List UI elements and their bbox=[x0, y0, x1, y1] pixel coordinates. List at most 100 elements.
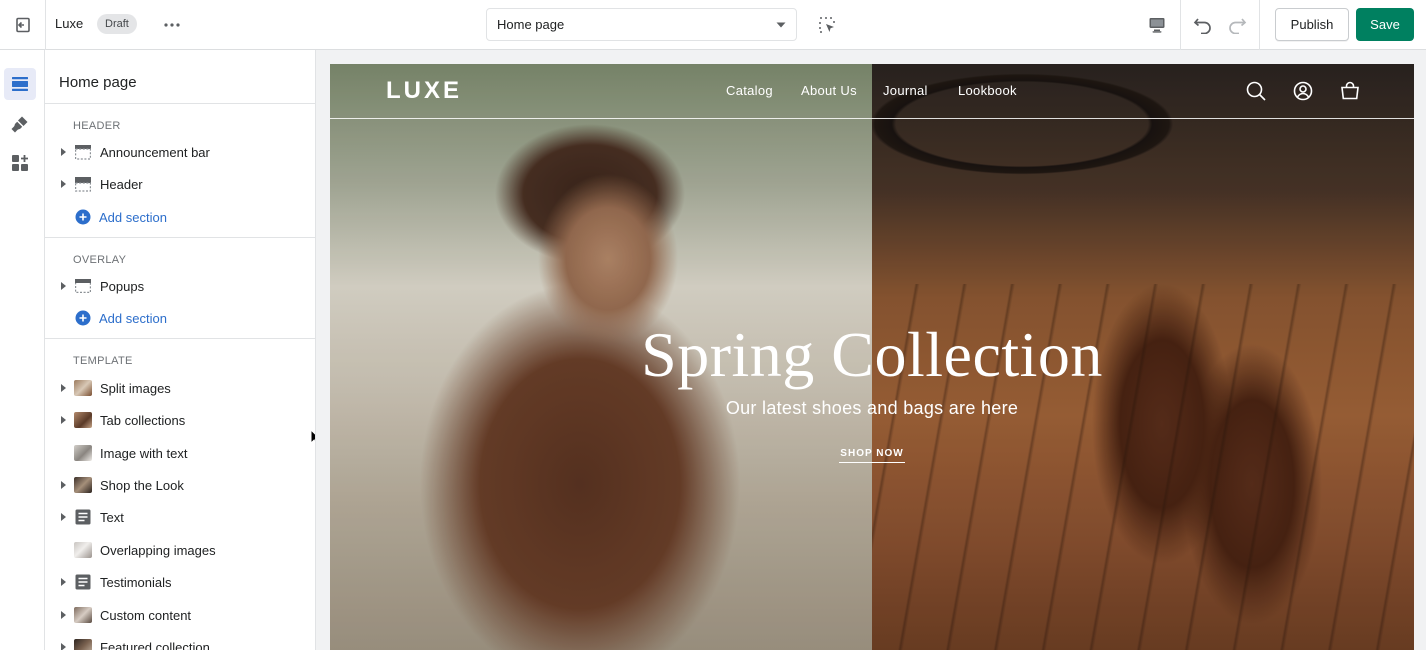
caret-right-icon[interactable] bbox=[61, 481, 66, 489]
popup-icon bbox=[75, 279, 92, 294]
storefront-preview[interactable]: LUXE Catalog About Us Journal Lookbook S… bbox=[330, 64, 1414, 650]
desktop-icon bbox=[1149, 18, 1165, 33]
header-layout-icon bbox=[75, 177, 92, 192]
publish-button[interactable]: Publish bbox=[1275, 8, 1349, 41]
section-item-label: Testimonials bbox=[100, 574, 172, 590]
group-heading-header: HEADER bbox=[73, 120, 121, 132]
group-heading-template: TEMPLATE bbox=[73, 355, 133, 367]
shop-now-link[interactable]: SHOP NOW bbox=[839, 448, 905, 463]
image-thumbnail bbox=[74, 607, 92, 623]
store-cart-button[interactable] bbox=[1338, 79, 1362, 103]
divider bbox=[45, 103, 315, 104]
section-item-label: Header bbox=[100, 176, 143, 192]
caret-right-icon[interactable] bbox=[61, 416, 66, 424]
image-thumbnail bbox=[74, 380, 92, 396]
nav-link-journal[interactable]: Journal bbox=[883, 83, 928, 98]
caret-right-icon[interactable] bbox=[61, 578, 66, 586]
caret-right-icon[interactable] bbox=[61, 611, 66, 619]
section-item-tab-collections[interactable]: Tab collections bbox=[45, 405, 315, 435]
store-header: LUXE Catalog About Us Journal Lookbook bbox=[330, 64, 1414, 119]
store-logo[interactable]: LUXE bbox=[386, 77, 462, 105]
divider bbox=[45, 338, 315, 339]
add-section-label: Add section bbox=[99, 310, 167, 326]
exit-editor-button[interactable] bbox=[0, 0, 46, 50]
sections-icon bbox=[12, 77, 28, 91]
add-section-label: Add section bbox=[99, 209, 167, 225]
add-section-overlay[interactable]: Add section bbox=[75, 308, 167, 328]
undo-button[interactable] bbox=[1191, 13, 1215, 37]
plus-circle-icon bbox=[75, 310, 91, 326]
nav-link-about-us[interactable]: About Us bbox=[801, 83, 857, 98]
caret-right-icon[interactable] bbox=[61, 180, 66, 188]
divider bbox=[45, 237, 315, 238]
section-item-image-with-text[interactable]: Image with text bbox=[45, 438, 315, 468]
section-item-label: Shop the Look bbox=[100, 477, 184, 493]
section-item-label: Split images bbox=[100, 380, 171, 396]
section-item-label: Featured collection bbox=[100, 639, 210, 650]
sections-sidebar: Home page HEADER Announcement bar Header… bbox=[45, 50, 316, 650]
section-item-label: Text bbox=[100, 509, 124, 525]
section-item-label: Popups bbox=[100, 278, 145, 294]
image-thumbnail bbox=[74, 542, 92, 558]
section-item-label: Image with text bbox=[100, 445, 188, 461]
caret-down-icon bbox=[776, 22, 786, 27]
page-selector[interactable]: Home page bbox=[486, 8, 797, 41]
image-thumbnail bbox=[74, 445, 92, 461]
section-item-custom-content[interactable]: Custom content bbox=[45, 600, 315, 630]
editor-topbar: Luxe Draft Home page Publish Save bbox=[0, 0, 1426, 50]
text-block-icon bbox=[75, 574, 91, 590]
section-item-announcement-bar[interactable]: Announcement bar bbox=[45, 137, 315, 167]
nav-link-catalog[interactable]: Catalog bbox=[726, 83, 773, 98]
image-thumbnail bbox=[74, 412, 92, 428]
theme-settings-tab[interactable] bbox=[4, 108, 36, 140]
undo-icon bbox=[1193, 18, 1211, 34]
theme-name: Luxe bbox=[55, 16, 84, 31]
nav-link-lookbook[interactable]: Lookbook bbox=[958, 83, 1017, 98]
mouse-pointer-icon bbox=[310, 429, 315, 445]
section-item-label: Overlapping images bbox=[100, 542, 216, 558]
caret-right-icon[interactable] bbox=[61, 513, 66, 521]
redo-icon bbox=[1229, 18, 1247, 34]
hero-subtitle: Our latest shoes and bags are here bbox=[725, 398, 1019, 418]
image-thumbnail bbox=[74, 639, 92, 650]
hero-title: Spring Collection bbox=[641, 319, 1103, 390]
caret-right-icon[interactable] bbox=[61, 384, 66, 392]
section-item-overlapping-images[interactable]: Overlapping images bbox=[45, 535, 315, 565]
caret-right-icon[interactable] bbox=[61, 643, 66, 650]
editor-rail bbox=[0, 50, 45, 650]
section-item-text[interactable]: Text bbox=[45, 502, 315, 532]
more-actions-button[interactable] bbox=[158, 13, 186, 37]
store-search-button[interactable] bbox=[1244, 79, 1268, 103]
caret-right-icon[interactable] bbox=[61, 282, 66, 290]
store-account-button[interactable] bbox=[1291, 79, 1315, 103]
sidebar-title: Home page bbox=[59, 74, 137, 91]
account-icon bbox=[1293, 81, 1313, 101]
image-thumbnail bbox=[74, 477, 92, 493]
section-item-header[interactable]: Header bbox=[45, 169, 315, 199]
section-item-label: Custom content bbox=[100, 607, 192, 623]
save-button[interactable]: Save bbox=[1356, 8, 1414, 41]
search-icon bbox=[1246, 81, 1266, 101]
caret-right-icon[interactable] bbox=[61, 148, 66, 156]
status-badge: Draft bbox=[97, 14, 137, 34]
redo-button[interactable] bbox=[1225, 13, 1249, 37]
section-item-shop-the-look[interactable]: Shop the Look bbox=[45, 470, 315, 500]
desktop-view-button[interactable] bbox=[1144, 12, 1170, 38]
ellipsis-icon bbox=[164, 23, 180, 27]
section-item-testimonials[interactable]: Testimonials bbox=[45, 567, 315, 597]
inspector-button[interactable] bbox=[815, 13, 839, 37]
history-controls bbox=[1180, 0, 1260, 50]
page-selector-value: Home page bbox=[497, 17, 565, 32]
exit-icon bbox=[15, 17, 30, 33]
section-item-popups[interactable]: Popups bbox=[45, 271, 315, 301]
select-element-icon bbox=[819, 17, 835, 33]
group-heading-overlay: OVERLAY bbox=[73, 254, 127, 266]
app-embeds-tab[interactable] bbox=[4, 147, 36, 179]
plus-circle-icon bbox=[75, 209, 91, 225]
sections-tab[interactable] bbox=[4, 68, 36, 100]
section-item-featured-collection[interactable]: Featured collection bbox=[45, 632, 315, 650]
section-item-label: Tab collections bbox=[100, 412, 186, 428]
section-item-label: Announcement bar bbox=[100, 144, 210, 160]
section-item-split-images[interactable]: Split images bbox=[45, 373, 315, 403]
add-section-header[interactable]: Add section bbox=[75, 207, 167, 227]
